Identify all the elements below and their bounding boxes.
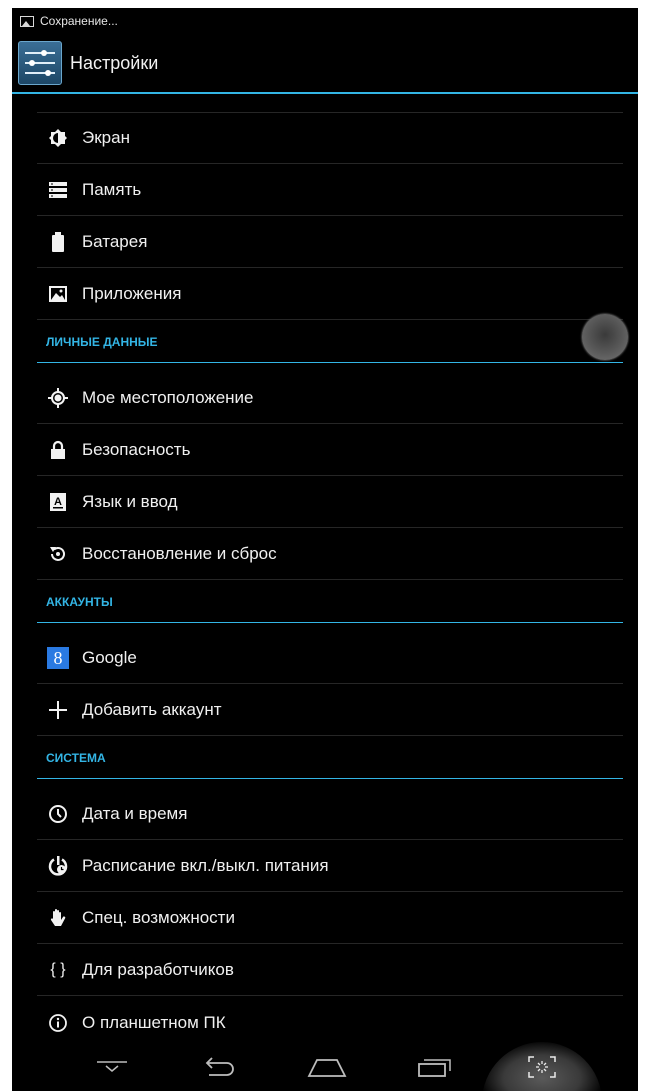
list-item-storage[interactable]: Память [37,165,623,216]
list-item-power-schedule[interactable]: Расписание вкл./выкл. питания [37,841,623,892]
screenshot-icon[interactable] [512,1042,572,1091]
list-item-label: Батарея [82,232,148,251]
status-notification-text: Сохранение... [40,14,118,28]
list-item-google[interactable]: 8 Google [37,633,623,684]
section-header-accounts: АККАУНТЫ [37,581,623,623]
settings-screen: Сохранение... Настройки Экран Память Бат… [12,8,638,1091]
list-item-security[interactable]: Безопасность [37,425,623,476]
recents-icon[interactable] [405,1042,465,1091]
list-item-label: Язык и ввод [82,492,178,511]
restore-icon [47,543,69,565]
home-icon[interactable] [297,1042,357,1091]
hand-icon [47,907,69,929]
navigation-bar [12,1042,638,1091]
svg-text:A: A [54,496,62,508]
list-item-apps[interactable]: Приложения [37,269,623,320]
storage-icon [47,179,69,201]
list-item-location[interactable]: Мое местоположение [37,373,623,424]
list-item-label: Google [82,648,137,667]
status-bar: Сохранение... [12,8,638,34]
list-item-partial [37,62,623,113]
list-item-label: Мое местоположение [82,388,254,407]
braces-icon: { } [50,961,66,978]
section-header-personal: ЛИЧНЫЕ ДАННЫЕ [37,321,623,363]
list-item-label: Расписание вкл./выкл. питания [82,856,329,875]
back-icon[interactable] [189,1042,249,1091]
list-item-label: Память [82,180,142,199]
list-item-label: Для разработчиков [82,960,234,979]
list-item-label: Дата и время [82,804,188,823]
lock-icon [47,439,69,461]
list-item-battery[interactable]: Батарея [37,217,623,268]
location-icon [47,387,69,409]
keyboard-icon: A [47,491,69,513]
clock-icon [47,803,69,825]
brightness-icon [47,127,69,149]
list-item-developer[interactable]: { } Для разработчиков [37,945,623,996]
floating-assistive-button[interactable] [582,314,628,360]
list-item-add-account[interactable]: Добавить аккаунт [37,685,623,736]
section-header-system: СИСТЕМА [37,737,623,779]
section-title: СИСТЕМА [46,750,106,765]
list-item-label: Безопасность [82,440,191,459]
google-icon-letter: 8 [47,647,69,669]
google-icon: 8 [47,647,69,669]
list-item-label: Спец. возможности [82,908,235,927]
list-item-about[interactable]: О планшетном ПК [37,997,623,1048]
list-item-accessibility[interactable]: Спец. возможности [37,893,623,944]
list-item-label: Восстановление и сброс [82,544,277,563]
list-item-label: Приложения [82,284,182,303]
plus-icon [47,699,69,721]
list-item-label: Экран [82,128,130,147]
section-title: ЛИЧНЫЕ ДАННЫЕ [46,334,158,349]
info-icon [47,1012,69,1034]
apps-icon [47,283,69,305]
hide-keyboard-icon[interactable] [82,1042,142,1091]
list-item-label: О планшетном ПК [82,1012,226,1032]
list-item-label: Добавить аккаунт [82,700,222,719]
section-title: АККАУНТЫ [46,594,113,609]
list-item-language[interactable]: A Язык и ввод [37,477,623,528]
image-icon [20,15,34,27]
power-schedule-icon [47,855,69,877]
list-item-display[interactable]: Экран [37,113,623,164]
list-item-backup[interactable]: Восстановление и сброс [37,529,623,580]
battery-icon [47,231,69,253]
list-item-date-time[interactable]: Дата и время [37,789,623,840]
